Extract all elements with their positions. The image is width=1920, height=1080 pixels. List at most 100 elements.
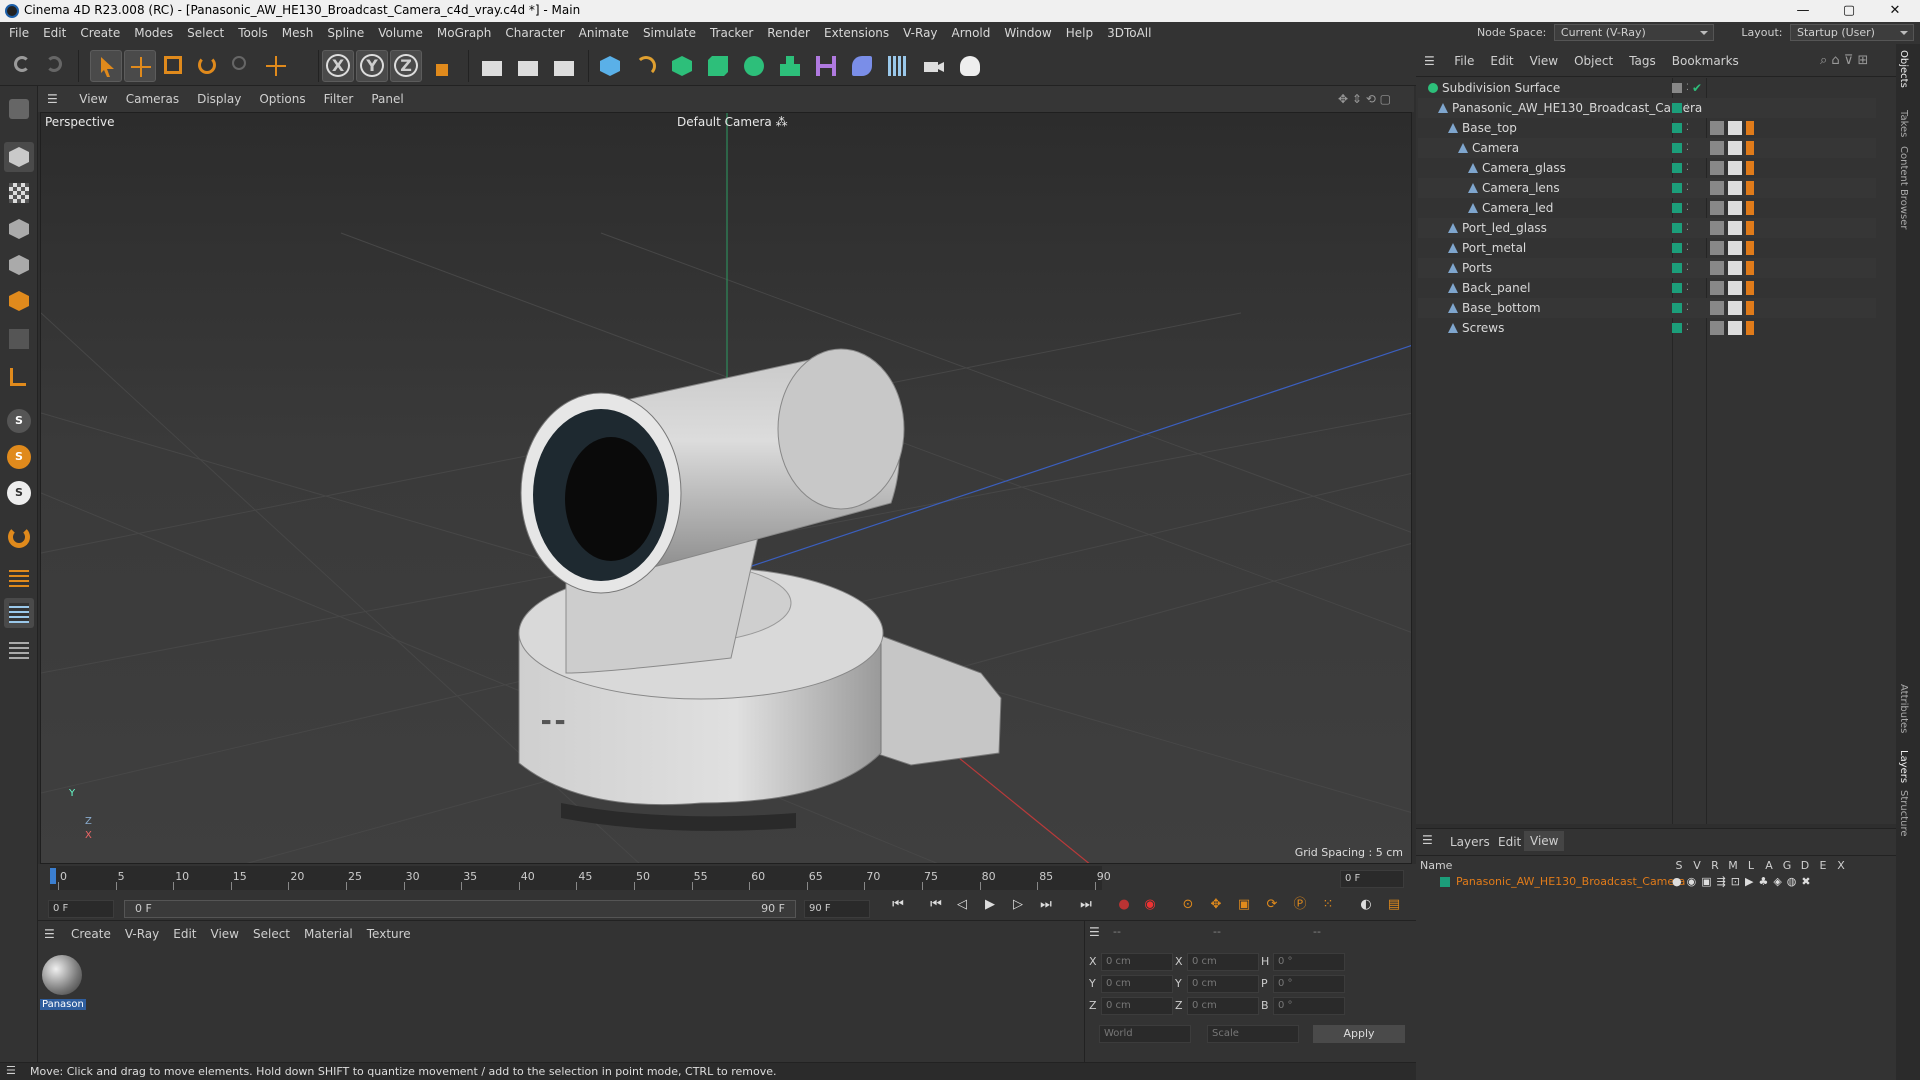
tab-attributes[interactable]: Attributes <box>1898 684 1909 733</box>
cube-button[interactable] <box>594 50 626 82</box>
visibility-dots-icon[interactable]: ⁚ <box>1686 198 1689 218</box>
live-selection-button[interactable] <box>90 50 122 82</box>
motion-mode-button[interactable]: ◐ <box>1354 894 1378 916</box>
object-menu-view[interactable]: View <box>1522 50 1566 72</box>
material-menu-create[interactable]: Create <box>64 927 118 941</box>
visibility-dots-icon[interactable]: ⁚ <box>1686 98 1689 118</box>
material-tags-icon[interactable] <box>1710 221 1762 235</box>
object-name[interactable]: Camera_led <box>1482 198 1553 218</box>
material-tags-icon[interactable] <box>1710 121 1762 135</box>
object-name[interactable]: Base_bottom <box>1462 298 1541 318</box>
object-row[interactable]: Screws ⁚ <box>1418 318 1876 338</box>
coordinate-system-dropdown[interactable]: World <box>1099 1025 1191 1043</box>
object-name[interactable]: Camera_glass <box>1482 158 1566 178</box>
start-frame-field[interactable]: 0 F <box>48 900 114 918</box>
play-button[interactable]: ▶ <box>978 894 1002 916</box>
material-name[interactable]: Panason <box>40 999 86 1010</box>
prev-frame-button[interactable]: ◁ <box>950 894 974 916</box>
key-param-button[interactable]: Ⓟ <box>1288 894 1312 916</box>
visibility-dots-icon[interactable]: ⁚ <box>1686 158 1689 178</box>
material-menu-material[interactable]: Material <box>297 927 360 941</box>
material-tags-icon[interactable] <box>1710 181 1762 195</box>
coord-value-field[interactable]: 0 ° <box>1273 953 1345 971</box>
next-key-button[interactable]: ⏭ <box>1034 894 1058 916</box>
key-position-button[interactable]: ✥ <box>1204 894 1228 916</box>
transform-mode-dropdown[interactable]: Scale <box>1207 1025 1299 1043</box>
playhead[interactable] <box>50 868 56 884</box>
layer-color-icon[interactable] <box>1672 143 1682 153</box>
object-name[interactable]: Port_metal <box>1462 238 1526 258</box>
visibility-dots-icon[interactable]: ⁚ <box>1686 278 1689 298</box>
layout-dropdown[interactable]: Startup (User) <box>1790 24 1914 41</box>
snap-grid-button[interactable]: S <box>4 478 34 508</box>
coordinate-system-button[interactable] <box>430 50 462 82</box>
material-hamburger-icon[interactable]: ☰ <box>44 927 55 941</box>
menu-animate[interactable]: Animate <box>572 22 636 44</box>
maximize-button[interactable]: ▢ <box>1826 0 1872 22</box>
enabled-check-icon[interactable]: ✔ <box>1692 78 1702 98</box>
render-picture-viewer-button[interactable] <box>512 50 544 82</box>
object-row[interactable]: Port_led_glass ⁚ <box>1418 218 1876 238</box>
layers-menu-edit[interactable]: Edit <box>1498 835 1521 849</box>
status-hamburger-icon[interactable]: ☰ <box>6 1064 16 1077</box>
locked-workplane-button[interactable] <box>4 634 34 664</box>
material-menu-select[interactable]: Select <box>246 927 297 941</box>
undo-button[interactable] <box>8 50 40 82</box>
field-button[interactable] <box>846 50 878 82</box>
viewport-menu-options[interactable]: Options <box>250 86 314 112</box>
cloner-button[interactable] <box>738 50 770 82</box>
object-name[interactable]: Base_top <box>1462 118 1517 138</box>
visibility-dots-icon[interactable]: ⁚ <box>1686 238 1689 258</box>
light-button[interactable] <box>954 50 986 82</box>
subdivision-surface-button[interactable] <box>666 50 698 82</box>
material-menu-vray[interactable]: V-Ray <box>118 927 166 941</box>
menu-file[interactable]: File <box>2 22 36 44</box>
scale-tool-button[interactable] <box>158 50 190 82</box>
layer-color-icon[interactable] <box>1672 203 1682 213</box>
recent-tool-button[interactable] <box>226 50 258 82</box>
timeline-settings-button[interactable]: ▤ <box>1382 894 1406 916</box>
menu-volume[interactable]: Volume <box>371 22 430 44</box>
menu-help[interactable]: Help <box>1059 22 1100 44</box>
object-search-icons[interactable]: ⌕ ⌂ ⊽ ⊞ <box>1820 53 1868 68</box>
object-row[interactable]: Base_top ⁚ <box>1418 118 1876 138</box>
object-name[interactable]: Subdivision Surface <box>1442 78 1560 98</box>
camera-button[interactable] <box>918 50 950 82</box>
menu-edit[interactable]: Edit <box>36 22 73 44</box>
menu-character[interactable]: Character <box>498 22 571 44</box>
material-tags-icon[interactable] <box>1710 161 1762 175</box>
key-scale-button[interactable]: ▣ <box>1232 894 1256 916</box>
object-menu-tags[interactable]: Tags <box>1621 50 1664 72</box>
layer-color-icon[interactable] <box>1672 103 1682 113</box>
axis-mode-button[interactable] <box>4 362 34 392</box>
coord-value-field[interactable]: 0 cm <box>1101 997 1173 1015</box>
tweak-button[interactable] <box>4 522 34 552</box>
render-settings-button[interactable] <box>548 50 580 82</box>
menu-create[interactable]: Create <box>73 22 127 44</box>
frame-range-slider[interactable]: 0 F 90 F <box>124 900 796 918</box>
material-tags-icon[interactable] <box>1710 201 1762 215</box>
key-rotation-button[interactable]: ⟳ <box>1260 894 1284 916</box>
coord-value-field[interactable]: 0 cm <box>1187 997 1259 1015</box>
material-tags-icon[interactable] <box>1710 281 1762 295</box>
material-menu-view[interactable]: View <box>204 927 246 941</box>
object-row[interactable]: Port_metal ⁚ <box>1418 238 1876 258</box>
object-row[interactable]: Camera_led ⁚ <box>1418 198 1876 218</box>
tab-content-browser[interactable]: Content Browser <box>1898 146 1909 229</box>
keyframe-selection-button[interactable]: ⊙ <box>1176 894 1200 916</box>
visibility-dots-icon[interactable]: ⁚ <box>1686 118 1689 138</box>
visibility-dots-icon[interactable]: ⁚ <box>1686 78 1689 98</box>
layers-menu-view[interactable]: View <box>1524 831 1565 851</box>
material-menu-texture[interactable]: Texture <box>360 927 418 941</box>
y-axis-lock-button[interactable]: Y <box>356 50 388 82</box>
node-space-dropdown[interactable]: Current (V-Ray) <box>1553 24 1714 41</box>
object-name[interactable]: Screws <box>1462 318 1504 338</box>
viewport-menu-cameras[interactable]: Cameras <box>117 86 188 112</box>
extrude-button[interactable] <box>702 50 734 82</box>
object-menu-edit[interactable]: Edit <box>1482 50 1521 72</box>
autokey-button[interactable]: ◉ <box>1138 894 1162 916</box>
coord-value-field[interactable]: 0 cm <box>1187 975 1259 993</box>
layer-row-name[interactable]: Panasonic_AW_HE130_Broadcast_Camera <box>1456 875 1685 888</box>
transform-tool-button[interactable] <box>260 50 292 82</box>
menu-vray[interactable]: V-Ray <box>896 22 944 44</box>
